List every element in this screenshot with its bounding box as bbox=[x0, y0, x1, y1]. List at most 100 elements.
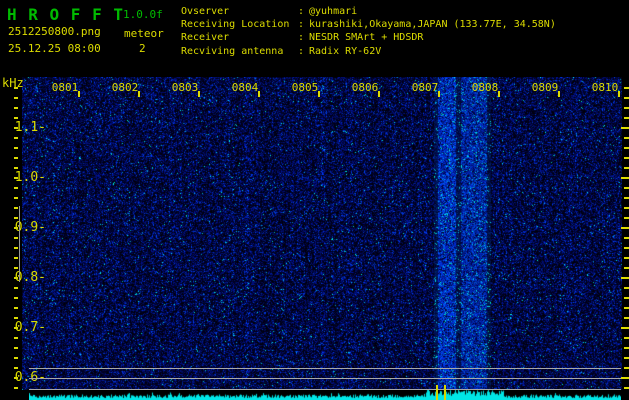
station-row-observer: Ovserver: @yuhmari bbox=[181, 5, 556, 18]
freq-tick-left bbox=[14, 127, 18, 129]
freq-tick-left bbox=[14, 387, 18, 389]
freq-label: 0.8- bbox=[0, 271, 46, 285]
level-line-middle bbox=[29, 378, 621, 379]
spectrogram-canvas bbox=[22, 77, 622, 390]
level-line-upper bbox=[29, 368, 621, 369]
freq-tick-left bbox=[14, 207, 18, 209]
freq-tick-right bbox=[624, 357, 629, 359]
freq-tick-left bbox=[14, 237, 18, 239]
freq-tick-left bbox=[14, 117, 18, 119]
time-tick bbox=[318, 91, 320, 97]
station-value: kurashiki,Okayama,JAPAN (133.77E, 34.58N… bbox=[309, 18, 556, 31]
time-label: 0804 bbox=[232, 81, 259, 94]
freq-tick-left bbox=[14, 327, 18, 329]
separator: : bbox=[298, 5, 309, 18]
freq-tick-right bbox=[621, 127, 629, 129]
freq-tick-left bbox=[14, 317, 18, 319]
meteor-count-value: 2 bbox=[139, 42, 146, 55]
freq-tick-left bbox=[14, 227, 18, 229]
station-row-location: Receiving Location: kurashiki,Okayama,JAP… bbox=[181, 18, 556, 31]
freq-tick-left bbox=[14, 87, 18, 89]
freq-tick-right bbox=[621, 327, 629, 329]
time-label: 0801 bbox=[52, 81, 79, 94]
freq-label: 1.1- bbox=[0, 121, 46, 135]
freq-tick-right bbox=[624, 107, 629, 109]
time-label: 0810 bbox=[592, 81, 619, 94]
freq-tick-left bbox=[14, 277, 18, 279]
freq-tick-right bbox=[624, 147, 629, 149]
freq-tick-right bbox=[621, 277, 629, 279]
meteor-marker bbox=[444, 385, 446, 400]
freq-tick-right bbox=[621, 177, 629, 179]
freq-tick-left bbox=[14, 167, 18, 169]
axis-edge-line bbox=[19, 206, 20, 282]
freq-tick-right bbox=[624, 287, 629, 289]
station-value: NESDR SMArt + HDSDR bbox=[309, 31, 423, 44]
freq-tick-right bbox=[621, 377, 629, 379]
station-label: Receiving Location bbox=[181, 18, 298, 31]
freq-tick-left bbox=[14, 147, 18, 149]
time-tick bbox=[258, 91, 260, 97]
time-label: 0805 bbox=[292, 81, 319, 94]
time-tick bbox=[378, 91, 380, 97]
freq-tick-right bbox=[624, 347, 629, 349]
freq-tick-left bbox=[14, 177, 18, 179]
output-filename: 2512250800.png bbox=[8, 25, 101, 38]
freq-tick-left bbox=[14, 157, 18, 159]
station-label: Ovserver bbox=[181, 5, 298, 18]
freq-tick-right bbox=[624, 237, 629, 239]
station-value: Radix RY-62V bbox=[309, 45, 381, 58]
app-title: H R O F F T bbox=[7, 5, 124, 24]
meteor-marker bbox=[436, 385, 438, 400]
separator: : bbox=[298, 45, 309, 58]
freq-tick-left bbox=[14, 357, 18, 359]
station-row-receiver: Receiver: NESDR SMArt + HDSDR bbox=[181, 31, 556, 44]
freq-label: 0.7- bbox=[0, 321, 46, 335]
freq-tick-right bbox=[624, 247, 629, 249]
freq-tick-right bbox=[624, 167, 629, 169]
freq-tick-left bbox=[14, 297, 18, 299]
freq-tick-right bbox=[624, 157, 629, 159]
freq-tick-right bbox=[624, 257, 629, 259]
freq-tick-right bbox=[624, 337, 629, 339]
separator: : bbox=[298, 18, 309, 31]
freq-tick-left bbox=[14, 257, 18, 259]
freq-tick-left bbox=[14, 337, 18, 339]
time-label: 0808 bbox=[472, 81, 499, 94]
separator: : bbox=[298, 31, 309, 44]
station-label: Receiver bbox=[181, 31, 298, 44]
freq-label: 0.9- bbox=[0, 221, 46, 235]
freq-tick-left bbox=[14, 307, 18, 309]
freq-tick-right bbox=[624, 317, 629, 319]
station-value: @yuhmari bbox=[309, 5, 357, 18]
freq-tick-left bbox=[14, 217, 18, 219]
station-info: Ovserver: @yuhmari Receiving Location: kur… bbox=[181, 5, 556, 58]
station-row-antenna: Recviving antenna: Radix RY-62V bbox=[181, 45, 556, 58]
signal-level-canvas bbox=[29, 390, 621, 400]
freq-tick-left bbox=[14, 197, 18, 199]
freq-tick-left bbox=[14, 187, 18, 189]
freq-tick-right bbox=[624, 97, 629, 99]
freq-tick-left bbox=[14, 347, 18, 349]
time-tick bbox=[438, 91, 440, 97]
freq-tick-right bbox=[624, 267, 629, 269]
freq-label: 1.0- bbox=[0, 171, 46, 185]
freq-tick-left bbox=[14, 267, 18, 269]
time-tick bbox=[78, 91, 80, 97]
freq-tick-right bbox=[624, 367, 629, 369]
freq-tick-right bbox=[624, 137, 629, 139]
app-version: 1.0.0f bbox=[123, 8, 163, 21]
freq-tick-left bbox=[14, 107, 18, 109]
freq-tick-right bbox=[624, 197, 629, 199]
time-label: 0809 bbox=[532, 81, 559, 94]
time-tick bbox=[618, 91, 620, 97]
time-label: 0806 bbox=[352, 81, 379, 94]
time-tick bbox=[498, 91, 500, 97]
freq-tick-right bbox=[624, 117, 629, 119]
freq-tick-right bbox=[624, 307, 629, 309]
time-label: 0803 bbox=[172, 81, 199, 94]
freq-tick-right bbox=[624, 207, 629, 209]
time-label: 0807 bbox=[412, 81, 439, 94]
freq-tick-left bbox=[14, 97, 18, 99]
freq-tick-left bbox=[14, 287, 18, 289]
